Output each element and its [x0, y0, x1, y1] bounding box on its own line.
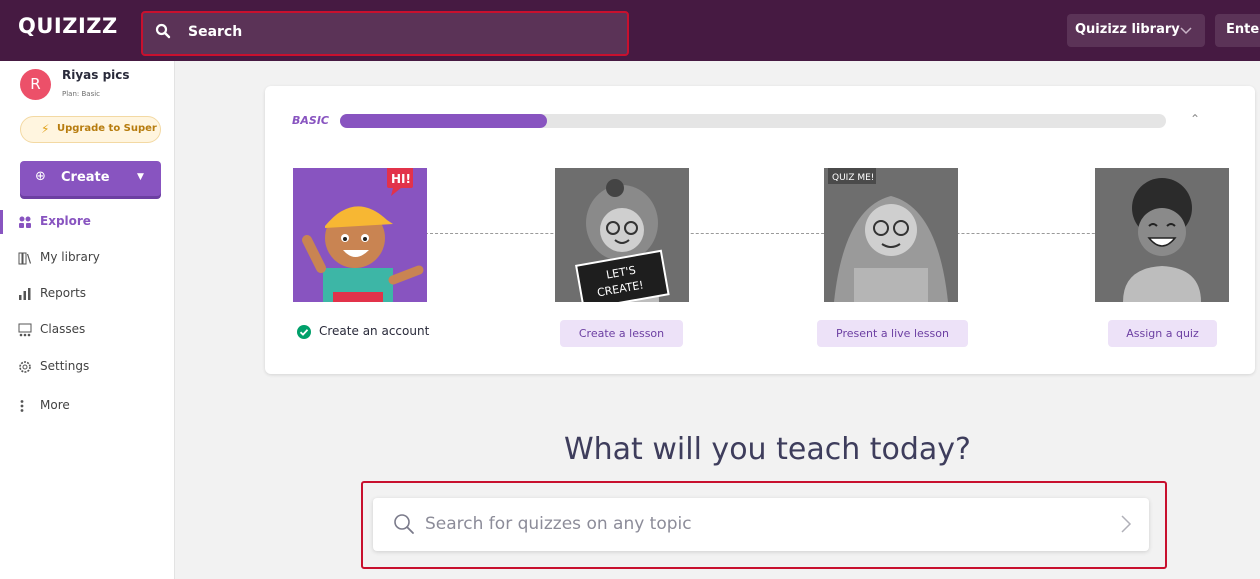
user-name[interactable]: Riyas pics — [62, 68, 130, 82]
step-connector — [425, 233, 1155, 234]
sidebar-item-label: Reports — [40, 286, 87, 300]
sidebar-item-more[interactable]: More — [0, 394, 174, 418]
user-plan: Plan: Basic — [62, 90, 101, 98]
global-search-label: Search — [188, 24, 243, 40]
sidebar-item-settings[interactable]: Settings — [0, 355, 174, 379]
library-dropdown[interactable]: Quizizz library — [1067, 14, 1205, 47]
reports-icon — [18, 286, 32, 300]
step-illustration-live: QUIZ ME! — [824, 168, 958, 302]
top-bar: QUIZIZZ Search Quizizz library Enter — [0, 0, 1260, 61]
lightning-icon: ⚡ — [41, 122, 50, 136]
create-button[interactable]: ⊕ Create ▼ — [20, 161, 161, 196]
plus-circle-icon: ⊕ — [35, 169, 46, 184]
quiz-search-input[interactable] — [425, 510, 1085, 538]
sidebar-item-classes[interactable]: Classes — [0, 318, 174, 342]
progress-fill — [340, 114, 547, 128]
present-live-lesson-button[interactable]: Present a live lesson — [817, 320, 968, 347]
sidebar-item-explore[interactable]: Explore — [0, 210, 174, 234]
step-illustration-lesson: LET'S CREATE! — [555, 168, 689, 311]
chevron-down-icon — [1179, 21, 1193, 43]
step-illustration-account: HI! — [293, 166, 427, 302]
sidebar-item-label: Settings — [40, 359, 90, 373]
search-icon — [155, 23, 171, 43]
create-button-label: Create — [61, 170, 110, 185]
check-circle-icon — [297, 324, 311, 343]
chevron-right-icon[interactable] — [1120, 514, 1132, 538]
caret-down-icon: ▼ — [137, 172, 144, 182]
quiz-search-bar[interactable] — [373, 498, 1149, 551]
enter-code-button[interactable]: Enter — [1215, 14, 1260, 47]
collapse-icon[interactable]: ⌃ — [1190, 112, 1200, 126]
enter-code-label: Enter — [1226, 22, 1260, 37]
onboarding-card: BASIC ⌃ HI! LET'S CREATE! QUIZ ME! Creat… — [265, 86, 1255, 374]
sidebar-item-label: More — [40, 398, 70, 412]
create-lesson-button[interactable]: Create a lesson — [560, 320, 683, 347]
quiz-me-badge: QUIZ ME! — [832, 173, 874, 183]
sidebar-item-label: Explore — [40, 214, 91, 228]
sidebar-item-label: My library — [40, 250, 100, 264]
quizizz-logo[interactable]: QUIZIZZ — [18, 14, 118, 38]
library-dropdown-label: Quizizz library — [1075, 22, 1180, 37]
upgrade-button[interactable]: ⚡ Upgrade to Super — [20, 116, 161, 143]
step-account-label: Create an account — [319, 324, 430, 338]
settings-icon — [18, 359, 32, 373]
page-headline: What will you teach today? — [564, 432, 971, 467]
hi-badge: HI! — [391, 172, 411, 186]
avatar[interactable]: R — [20, 69, 51, 100]
library-icon — [18, 250, 32, 265]
global-search-bar[interactable]: Search — [141, 11, 629, 56]
assign-quiz-button[interactable]: Assign a quiz — [1108, 320, 1217, 347]
explore-icon — [18, 214, 32, 228]
plan-label: BASIC — [292, 114, 329, 127]
sidebar-item-label: Classes — [40, 322, 86, 336]
sidebar-item-my-library[interactable]: My library — [0, 246, 174, 270]
more-icon — [18, 398, 32, 412]
sidebar: R Riyas pics Plan: Basic ⚡ Upgrade to Su… — [0, 61, 175, 579]
sidebar-item-reports[interactable]: Reports — [0, 282, 174, 306]
upgrade-button-label: Upgrade to Super — [57, 123, 157, 134]
onboarding-progress-bar — [340, 114, 1166, 128]
search-icon — [393, 513, 415, 539]
step-illustration-assign — [1095, 168, 1229, 302]
classes-icon — [18, 322, 32, 337]
